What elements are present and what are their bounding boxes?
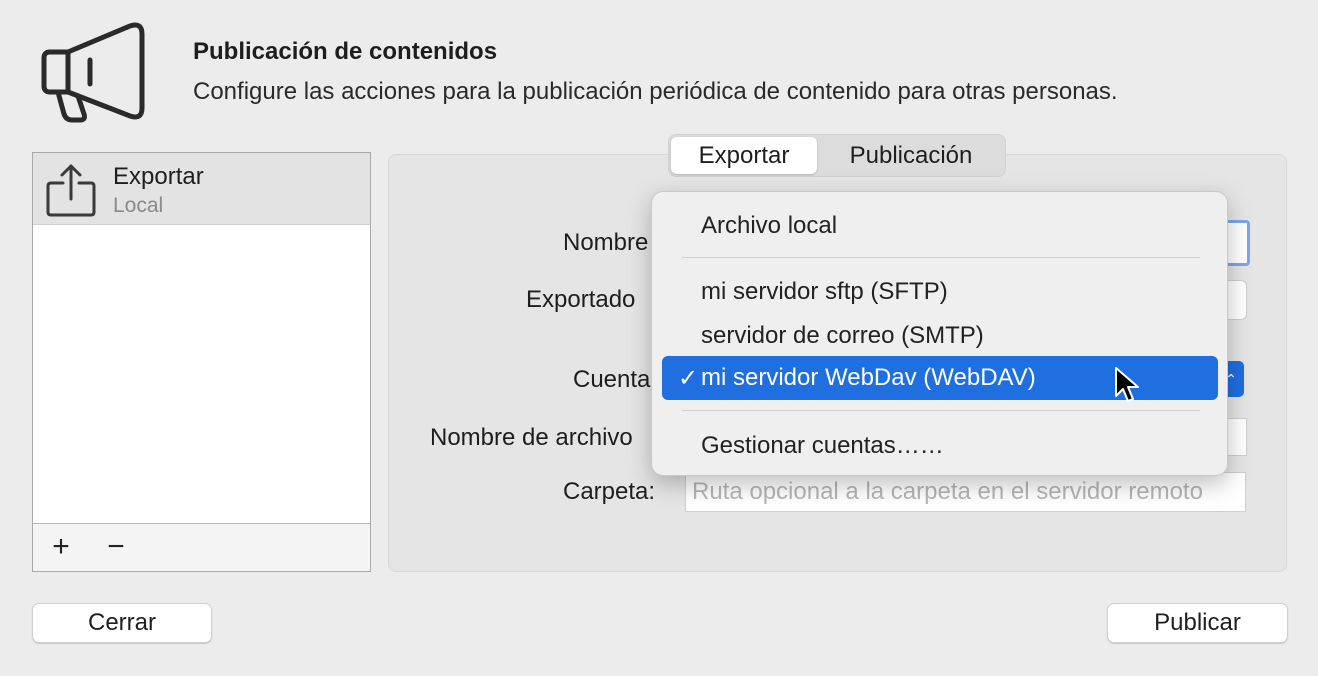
menu-item-smtp[interactable]: servidor de correo (SMTP) — [701, 322, 984, 350]
menu-item-label: mi servidor WebDav (WebDAV) — [701, 364, 1036, 391]
filename-label: Nombre de archivo — [430, 424, 633, 451]
checkmark-icon: ✓ — [678, 365, 699, 392]
list-footer: + − — [33, 523, 370, 571]
share-upload-icon — [46, 164, 96, 217]
list-item-name: Exportar — [113, 163, 204, 190]
menu-separator — [682, 257, 1200, 258]
publication-list[interactable]: Exportar Local + − — [32, 152, 371, 572]
add-button[interactable]: + — [45, 530, 77, 564]
folder-input[interactable]: Ruta opcional a la carpeta en el servido… — [685, 472, 1246, 512]
list-item-subtitle: Local — [113, 194, 164, 217]
tab-publicacion[interactable]: Publicación — [819, 137, 1003, 174]
menu-item-manage-accounts[interactable]: Gestionar cuentas…… — [701, 432, 944, 460]
page-subtitle: Configure las acciones para la publicaci… — [193, 78, 1118, 105]
folder-label: Carpeta: — [563, 478, 656, 505]
menu-separator — [682, 410, 1200, 411]
close-button[interactable]: Cerrar — [32, 603, 212, 643]
tab-bar: Exportar Publicación — [668, 134, 1006, 177]
exporter-label: Exportado — [526, 286, 636, 313]
tab-exportar[interactable]: Exportar — [671, 137, 817, 174]
account-label: Cuenta — [573, 366, 651, 393]
megaphone-icon — [41, 22, 145, 123]
menu-item-sftp[interactable]: mi servidor sftp (SFTP) — [701, 278, 948, 306]
page-title: Publicación de contenidos — [193, 38, 498, 65]
remove-button[interactable]: − — [100, 530, 132, 564]
account-dropdown-menu: Archivo local mi servidor sftp (SFTP) se… — [651, 191, 1228, 476]
menu-item-archivo-local[interactable]: Archivo local — [701, 212, 837, 240]
name-label: Nombre — [563, 229, 649, 256]
mouse-pointer-icon — [1115, 367, 1139, 402]
list-item-exportar[interactable]: Exportar Local — [33, 153, 370, 225]
publish-button[interactable]: Publicar — [1107, 603, 1288, 643]
